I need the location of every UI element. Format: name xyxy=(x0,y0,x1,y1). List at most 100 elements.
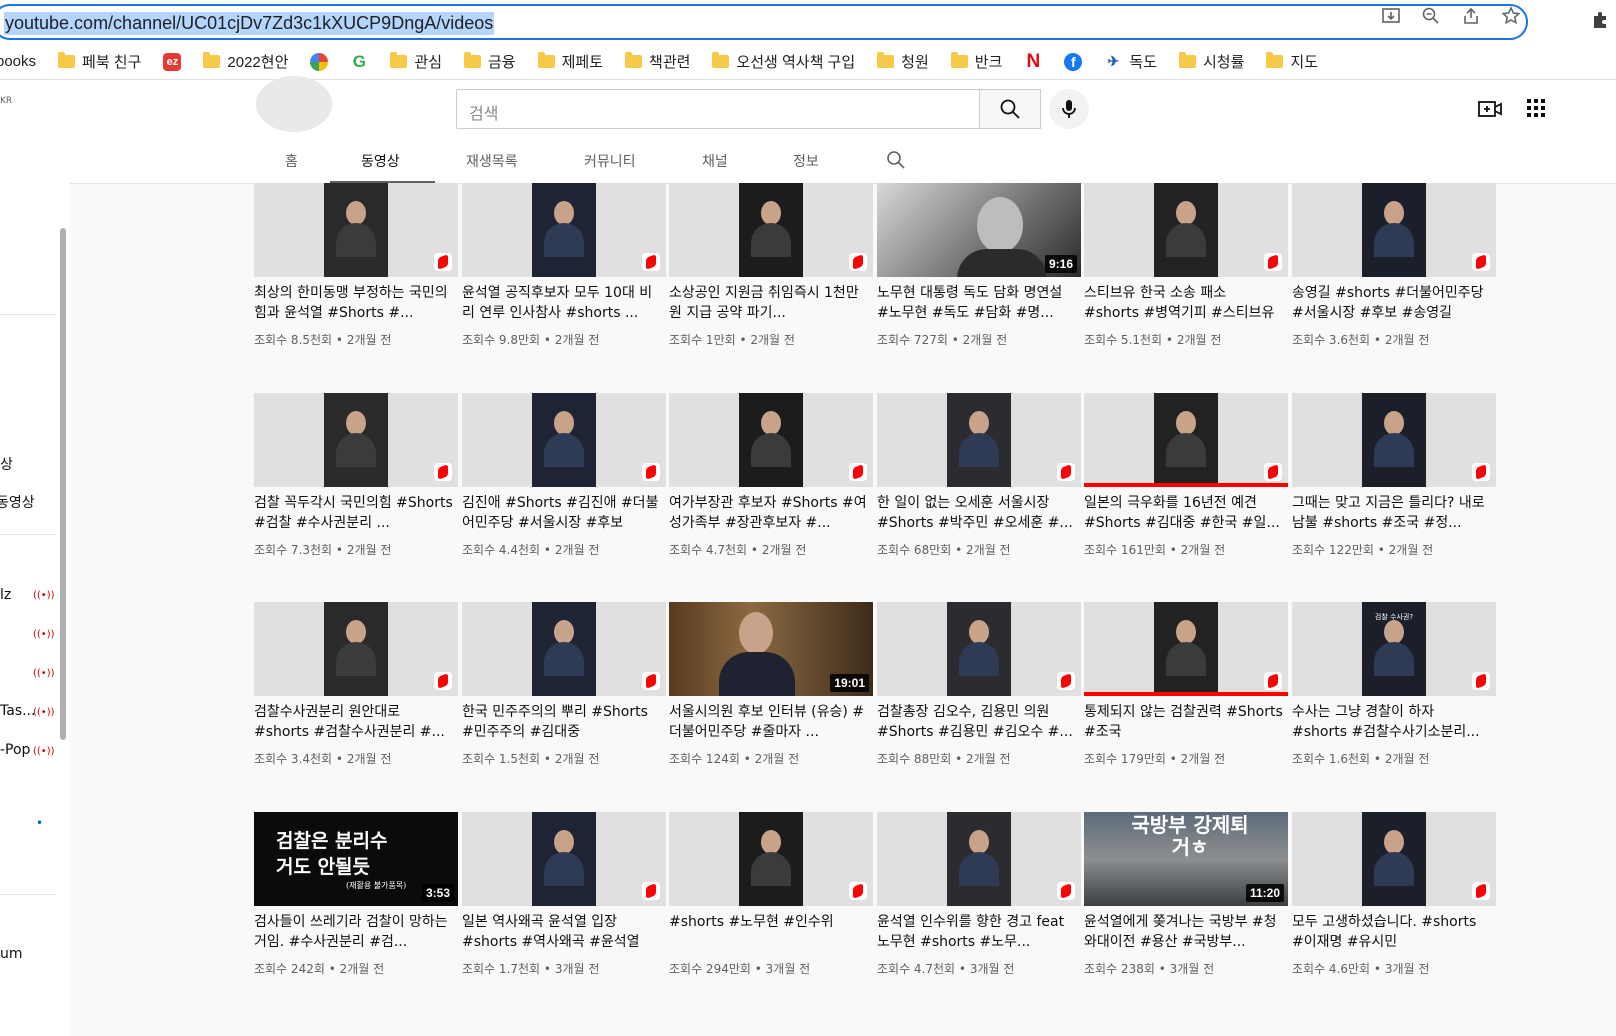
url-text[interactable]: youtube.com/channel/UC01cjDv7Zd3c1kXUCP9… xyxy=(4,12,495,35)
video-card[interactable]: 한 일이 없는 오세훈 서울시장 #Shorts #박주민 #오세훈 #... 조… xyxy=(877,393,1081,593)
bookmark-dokdo[interactable]: ✈ 독도 xyxy=(1104,51,1157,72)
video-card[interactable]: 모두 고생하셨습니다. #shorts #이재명 #유시민 조회수 4.6만회 •… xyxy=(1292,812,1496,1012)
tab-playlists[interactable]: 재생목록 xyxy=(466,151,518,171)
bookmark-google-2[interactable]: G xyxy=(350,52,369,71)
voice-search-button[interactable] xyxy=(1049,89,1089,129)
bookmark-folder[interactable]: 금융 xyxy=(464,51,516,72)
video-title[interactable]: 검찰수사권분리 원안대로 #shorts #검찰수사권분리 #... xyxy=(254,702,454,742)
video-card[interactable]: 일본의 극우화를 16년전 예견 #Shorts #김대중 #한국 #일... 조… xyxy=(1084,393,1288,593)
video-thumbnail[interactable] xyxy=(669,183,873,277)
video-thumbnail[interactable] xyxy=(877,812,1081,906)
video-card[interactable]: 소상공인 지원금 취임즉시 1천만원 지급 공약 파기... 조회수 1만회 • … xyxy=(669,183,873,383)
bookmark-folder[interactable]: 페북 친구 xyxy=(58,51,141,72)
video-thumbnail[interactable] xyxy=(1084,393,1288,487)
video-title[interactable]: 검찰총장 김오수, 김용민 의원 #Shorts #김용민 #김오수 #... xyxy=(877,702,1077,742)
video-card[interactable]: #shorts #노무현 #인수위 조회수 294만회 • 3개월 전 xyxy=(669,812,873,1012)
channel-avatar[interactable] xyxy=(256,76,332,132)
video-thumbnail[interactable]: 국방부 강제퇴거ㅎ 11:20 xyxy=(1084,812,1288,906)
sidebar-item[interactable]: um xyxy=(0,946,23,962)
search-button[interactable] xyxy=(979,89,1041,129)
bookmark-facebook[interactable]: f xyxy=(1064,52,1083,71)
video-card[interactable]: 검찰 꼭두각시 국민의힘 #Shorts #검찰 #수사권분리 ... 조회수 7… xyxy=(254,393,458,593)
video-card[interactable]: 9:16 노무현 대통령 독도 담화 명연설 #노무현 #독도 #담화 #명...… xyxy=(877,183,1081,383)
video-thumbnail[interactable]: 검찰 수사권? xyxy=(1292,602,1496,696)
video-title[interactable]: 윤석열 인수위를 향한 경고 feat 노무현 #shorts #노무... xyxy=(877,912,1077,952)
subscription-item[interactable]: -Pop xyxy=(0,742,30,758)
video-title[interactable]: 서울시의원 후보 인터뷰 (유승) #더불어민주당 #줄마자 ... xyxy=(669,702,869,742)
tab-home[interactable]: 홈 xyxy=(285,151,298,171)
video-card[interactable]: 최상의 한미동맹 부정하는 국민의힘과 윤석열 #Shorts #... 조회수 … xyxy=(254,183,458,383)
video-card[interactable]: 국방부 강제퇴거ㅎ 11:20 윤석열에게 쫒겨나는 국방부 #청와대이전 #용산 … xyxy=(1084,812,1288,1012)
video-title[interactable]: 검사들이 쓰레기라 검찰이 망하는거임. #수사권분리 #검... xyxy=(254,912,454,952)
video-card[interactable]: 검찰총장 김오수, 김용민 의원 #Shorts #김용민 #김오수 #... 조… xyxy=(877,602,1081,802)
bookmark-google-1[interactable] xyxy=(310,52,329,71)
bookmark-folder[interactable]: 시청률 xyxy=(1179,51,1244,72)
video-thumbnail[interactable] xyxy=(1292,393,1496,487)
video-card[interactable]: 한국 민주주의의 뿌리 #Shorts #민주주의 #김대중 조회수 1.5천회 … xyxy=(462,602,666,802)
subscription-item[interactable]: lz xyxy=(0,587,11,603)
video-thumbnail[interactable] xyxy=(462,393,666,487)
channel-search-icon[interactable] xyxy=(886,150,906,174)
video-thumbnail[interactable] xyxy=(669,812,873,906)
video-title[interactable]: 그때는 맞고 지금은 틀리다? 내로남불 #shorts #조국 #정... xyxy=(1292,493,1492,533)
video-thumbnail[interactable] xyxy=(1084,602,1288,696)
video-card[interactable]: 일본 역사왜곡 윤석열 입장 #shorts #역사왜곡 #윤석열 조회수 1.7… xyxy=(462,812,666,1012)
video-thumbnail[interactable] xyxy=(254,602,458,696)
video-title[interactable]: 수사는 그냥 경찰이 하자 #shorts #검찰수사기소분리... xyxy=(1292,702,1492,742)
video-title[interactable]: 김진애 #Shorts #김진애 #더불어민주당 #서울시장 #후보 xyxy=(462,493,662,533)
video-title[interactable]: 한 일이 없는 오세훈 서울시장 #Shorts #박주민 #오세훈 #... xyxy=(877,493,1077,533)
tab-about[interactable]: 정보 xyxy=(793,151,819,171)
subscription-item[interactable]: Tas... xyxy=(0,703,35,719)
video-title[interactable]: 노무현 대통령 독도 담화 명연설 #노무현 #독도 #담화 #명... xyxy=(877,283,1077,323)
bookmark-ez[interactable]: ez xyxy=(163,52,182,71)
video-title[interactable]: 한국 민주주의의 뿌리 #Shorts #민주주의 #김대중 xyxy=(462,702,662,742)
video-card[interactable]: 윤석열 공직후보자 모두 10대 비리 연루 인사참사 #shorts ... 조… xyxy=(462,183,666,383)
video-thumbnail[interactable] xyxy=(1292,183,1496,277)
video-thumbnail[interactable] xyxy=(1084,183,1288,277)
video-title[interactable]: 일본 역사왜곡 윤석열 입장 #shorts #역사왜곡 #윤석열 xyxy=(462,912,662,952)
bookmark-folder[interactable]: 지도 xyxy=(1266,51,1318,72)
bookmark-folder[interactable]: 책관련 xyxy=(625,51,690,72)
video-thumbnail[interactable]: 검찰은 분리수거도 안될듯 (재활용 불가품목) 3:53 xyxy=(254,812,458,906)
video-thumbnail[interactable] xyxy=(462,602,666,696)
zoom-icon[interactable] xyxy=(1420,5,1442,27)
video-card[interactable]: 검찰 수사권? 수사는 그냥 경찰이 하자 #shorts #검찰수사기소분리..… xyxy=(1292,602,1496,802)
video-title[interactable]: 송영길 #shorts #더불어민주당 #서울시장 #후보 #송영길 xyxy=(1292,283,1492,323)
video-title[interactable]: 모두 고생하셨습니다. #shorts #이재명 #유시민 xyxy=(1292,912,1492,952)
video-thumbnail[interactable] xyxy=(877,602,1081,696)
video-card[interactable]: 검찰수사권분리 원안대로 #shorts #검찰수사권분리 #... 조회수 3.… xyxy=(254,602,458,802)
video-thumbnail[interactable]: 19:01 xyxy=(669,602,873,696)
bookmark-folder[interactable]: 관심 xyxy=(390,51,442,72)
video-title[interactable]: 일본의 극우화를 16년전 예견 #Shorts #김대중 #한국 #일... xyxy=(1084,493,1284,533)
video-thumbnail[interactable] xyxy=(1292,812,1496,906)
video-title[interactable]: 소상공인 지원금 취임즉시 1천만원 지급 공약 파기... xyxy=(669,283,869,323)
bookmark-netflix[interactable]: N xyxy=(1024,51,1043,72)
video-thumbnail[interactable] xyxy=(462,812,666,906)
bookmark-books[interactable]: books xyxy=(0,53,36,70)
video-card[interactable]: 윤석열 인수위를 향한 경고 feat 노무현 #shorts #노무... 조회… xyxy=(877,812,1081,1012)
video-title[interactable]: 스티브유 한국 소송 패소 #shorts #병역기피 #스티브유 xyxy=(1084,283,1284,323)
url-field[interactable]: youtube.com/channel/UC01cjDv7Zd3c1kXUCP9… xyxy=(0,4,1528,40)
video-card[interactable]: 송영길 #shorts #더불어민주당 #서울시장 #후보 #송영길 조회수 3.… xyxy=(1292,183,1496,383)
bookmark-star-icon[interactable] xyxy=(1500,5,1522,27)
bookmark-folder[interactable]: 청원 xyxy=(877,51,929,72)
create-video-icon[interactable] xyxy=(1478,98,1502,124)
bookmark-folder[interactable]: 2022현안 xyxy=(203,51,288,72)
video-card[interactable]: 스티브유 한국 소송 패소 #shorts #병역기피 #스티브유 조회수 5.1… xyxy=(1084,183,1288,383)
tab-videos[interactable]: 동영상 xyxy=(361,151,400,171)
video-title[interactable]: 통제되지 않는 검찰권력 #Shorts #조국 xyxy=(1084,702,1284,742)
bookmark-folder[interactable]: 오선생 역사책 구입 xyxy=(712,51,855,72)
bookmark-folder[interactable]: 반크 xyxy=(950,51,1002,72)
sidebar-item-liked-videos[interactable]: 동영상 xyxy=(0,492,35,512)
tab-channels[interactable]: 채널 xyxy=(702,151,728,171)
video-thumbnail[interactable] xyxy=(462,183,666,277)
sidebar-scrollbar[interactable] xyxy=(60,228,66,740)
bookmark-folder[interactable]: 제페토 xyxy=(537,51,603,72)
search-input[interactable]: 검색 xyxy=(456,89,980,129)
video-thumbnail[interactable]: 9:16 xyxy=(877,183,1081,277)
video-thumbnail[interactable] xyxy=(669,393,873,487)
video-title[interactable]: 윤석열 공직후보자 모두 10대 비리 연루 인사참사 #shorts ... xyxy=(462,283,662,323)
extensions-icon[interactable] xyxy=(1590,10,1610,35)
video-thumbnail[interactable] xyxy=(877,393,1081,487)
video-card[interactable]: 통제되지 않는 검찰권력 #Shorts #조국 조회수 179만회 • 2개월 … xyxy=(1084,602,1288,802)
